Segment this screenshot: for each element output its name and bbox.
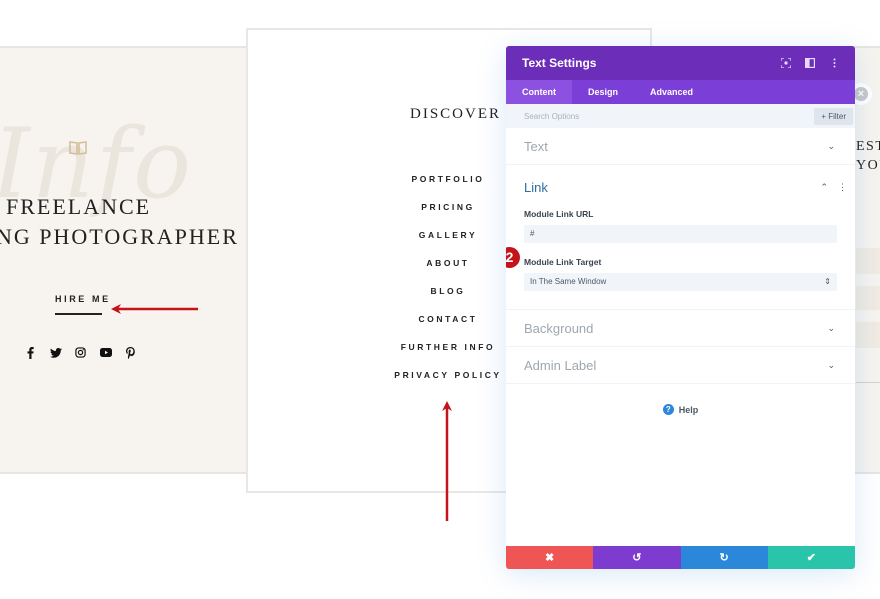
select-arrows-icon: ⇕ [824, 277, 831, 286]
section-title-link: Link [524, 179, 548, 195]
facebook-icon[interactable] [24, 346, 37, 359]
close-icon: × [854, 87, 868, 101]
panel-header: Text Settings [506, 46, 855, 80]
menu-item-further-info[interactable]: FURTHER INFO [380, 340, 516, 368]
hero-card-left: Info FREELANCE NG PHOTOGRAPHER HIRE ME [0, 46, 248, 474]
section-admin-label[interactable]: Admin Label ⌄ [506, 347, 855, 384]
annotation-arrow-left-icon [111, 304, 198, 314]
section-link-header[interactable]: Link ⌃ ⋮ [524, 165, 847, 209]
discover-heading: DISCOVER [410, 106, 502, 122]
search-options-bar: Search Options + Filter [506, 104, 855, 128]
menu-item-gallery[interactable]: GALLERY [380, 228, 516, 256]
save-button[interactable]: ✔ [767, 546, 855, 569]
help-label: Help [678, 404, 699, 415]
menu-item-privacy-policy[interactable]: PRIVACY POLICY [380, 368, 516, 396]
pinterest-icon[interactable] [124, 346, 137, 359]
more-options-icon[interactable]: ⋮ [838, 182, 847, 193]
chevron-up-icon: ⌃ [820, 181, 828, 192]
menu-item-about[interactable]: ABOUT [380, 256, 516, 284]
help-icon: ? [662, 404, 674, 415]
close-icon: ✖ [545, 552, 555, 564]
undo-icon: ↺ [632, 552, 642, 564]
filter-button[interactable]: + Filter [814, 107, 853, 125]
tab-design[interactable]: Design [572, 80, 634, 104]
right-card-stripe [856, 248, 880, 274]
social-links [24, 346, 137, 359]
split-view-icon[interactable] [805, 58, 815, 68]
text-settings-panel: Text Settings Content Design Advanced Se… [506, 46, 855, 569]
right-card-text-line1: EST [856, 139, 880, 154]
panel-footer: ✖ ↺ ↻ ✔ [506, 546, 855, 569]
hire-me-link[interactable]: HIRE ME [55, 294, 111, 304]
section-background[interactable]: Background ⌄ [506, 310, 855, 347]
redo-button[interactable]: ↻ [680, 546, 768, 569]
section-text[interactable]: Text ⌄ [506, 128, 855, 165]
more-options-icon[interactable] [829, 58, 839, 68]
youtube-icon[interactable] [99, 346, 112, 359]
discover-menu: PORTFOLIO PRICING GALLERY ABOUT BLOG CON… [380, 172, 516, 396]
panel-tabs: Content Design Advanced [506, 80, 855, 104]
cancel-button[interactable]: ✖ [506, 546, 594, 569]
module-link-target-select[interactable]: In The Same Window ⇕ [524, 273, 837, 291]
focus-icon[interactable] [781, 58, 791, 68]
module-link-target-label: Module Link Target [524, 257, 602, 267]
redo-icon: ↻ [719, 552, 729, 564]
menu-item-blog[interactable]: BLOG [380, 284, 516, 312]
annotation-arrow-up-icon [442, 401, 452, 521]
right-card-divider [856, 382, 880, 383]
help-link[interactable]: ? Help [506, 404, 855, 415]
right-card-stripe [856, 286, 880, 310]
section-title-admin-label: Admin Label [524, 357, 597, 373]
chevron-down-icon: ⌄ [827, 359, 835, 370]
hero-title-line2: NG PHOTOGRAPHER [0, 224, 239, 249]
search-options-input[interactable]: Search Options [524, 112, 579, 121]
section-title-text: Text [524, 138, 548, 154]
check-icon: ✔ [806, 552, 816, 564]
chevron-down-icon: ⌄ [827, 140, 835, 151]
chevron-down-icon: ⌄ [827, 322, 835, 333]
book-icon [69, 141, 87, 155]
section-link: Link ⌃ ⋮ Module Link URL # Module Link T… [506, 165, 855, 310]
menu-item-portfolio[interactable]: PORTFOLIO [380, 172, 516, 200]
hire-me-underline [55, 313, 102, 315]
section-title-background: Background [524, 320, 594, 336]
module-link-url-label: Module Link URL [524, 209, 594, 219]
hero-title-line1: FREELANCE [6, 194, 152, 219]
menu-item-pricing[interactable]: PRICING [380, 200, 516, 228]
twitter-icon[interactable] [49, 346, 62, 359]
module-link-url-input[interactable]: # [524, 225, 837, 243]
menu-item-contact[interactable]: CONTACT [380, 312, 516, 340]
module-link-target-value: In The Same Window [530, 277, 607, 286]
right-card-text-line2: YOUR [856, 158, 880, 173]
panel-title: Text Settings [522, 56, 597, 70]
tab-content[interactable]: Content [506, 80, 572, 104]
tab-advanced[interactable]: Advanced [634, 80, 709, 104]
step-number-badge: 2 [506, 247, 520, 268]
undo-button[interactable]: ↺ [593, 546, 681, 569]
instagram-icon[interactable] [74, 346, 87, 359]
right-card-stripe [856, 322, 880, 348]
